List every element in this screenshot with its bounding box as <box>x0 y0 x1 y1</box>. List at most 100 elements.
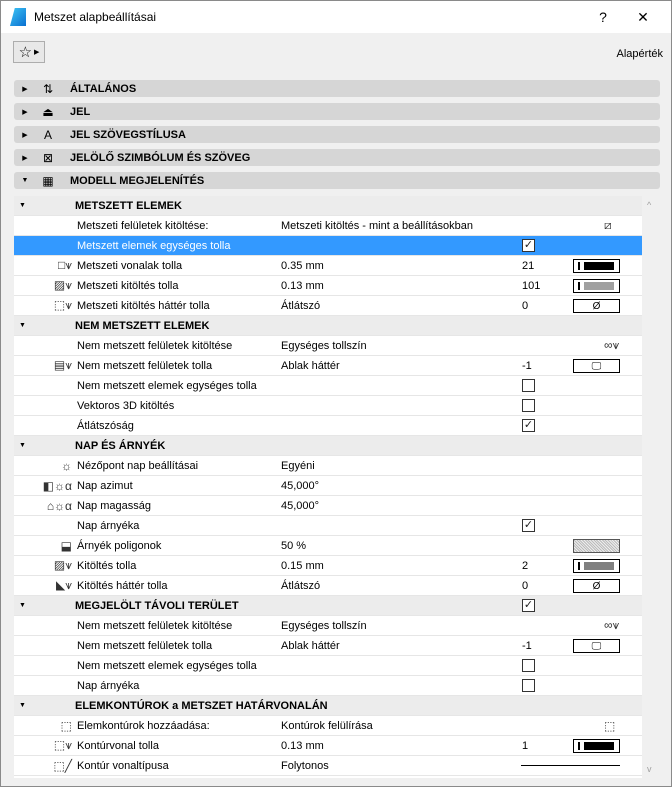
scroll-down-icon[interactable]: v <box>647 764 652 774</box>
checkbox[interactable] <box>522 399 535 412</box>
settings-row[interactable]: ⬚⩛ Kontúrvonal tolla 0.13 mm 1 <box>14 736 642 756</box>
expand-triangle-icon[interactable]: ▶ <box>14 154 36 162</box>
pen-swatch[interactable] <box>573 739 620 753</box>
row-value[interactable]: 50 % <box>281 540 306 552</box>
row-value[interactable]: Metszeti kitöltés - mint a beállításokba… <box>281 220 473 232</box>
section-header[interactable]: ▼ METSZETT ELEMEK <box>14 196 642 216</box>
section-header[interactable]: ▼ NAP ÉS ÁRNYÉK <box>14 436 642 456</box>
settings-row[interactable]: Metszett elemek egységes tolla ✓ <box>14 236 642 256</box>
row-value[interactable]: 0.13 mm <box>281 740 324 752</box>
row-value[interactable]: Ablak háttér <box>281 640 340 652</box>
pen-number[interactable]: -1 <box>522 640 532 652</box>
row-value[interactable]: 45,000° <box>281 480 319 492</box>
settings-row[interactable]: Átlátszóság ✓ <box>14 416 642 436</box>
pen-swatch[interactable]: Ø <box>573 579 620 593</box>
row-value[interactable]: Egységes tollszín <box>281 620 367 632</box>
settings-row[interactable]: ⬚ Elemkontúrok hozzáadása: Kontúrok felülí… <box>14 716 642 736</box>
pen-number[interactable]: 2 <box>522 560 528 572</box>
settings-row[interactable]: ▤⩛ Nem metszett felületek tolla Ablak hátt… <box>14 356 642 376</box>
expand-triangle-icon[interactable]: ▶ <box>14 85 36 93</box>
row-label: Kitöltés tolla <box>77 559 137 572</box>
settings-row[interactable]: Metszeti felületek kitöltése: Metszeti ki… <box>14 216 642 236</box>
option-icon[interactable]: ∞⩛ <box>604 618 619 633</box>
settings-row[interactable]: ⬚⩛ Metszeti kitöltés háttér tolla Átlátszó… <box>14 296 642 316</box>
section-header[interactable]: ▼ ELEMKONTÚROK a METSZET HATÁRVONALÁN <box>14 696 642 716</box>
row-label: Nem metszett elemek egységes tolla <box>77 659 257 672</box>
panel-header[interactable]: ▶ ⇅ ÁLTALÁNOS <box>14 80 660 97</box>
settings-row[interactable]: Nem metszett felületek tolla Ablak háttér… <box>14 636 642 656</box>
collapse-triangle-icon[interactable]: ▼ <box>19 702 26 709</box>
option-icon[interactable]: ⬚ <box>604 719 615 733</box>
panel-header[interactable]: ▶ A JEL SZÖVEGSTÍLUSA <box>14 126 660 143</box>
pen-swatch[interactable]: Ø <box>573 299 620 313</box>
option-icon[interactable]: ∞⩛ <box>604 338 619 353</box>
collapse-triangle-icon[interactable]: ▼ <box>19 202 26 209</box>
pen-number[interactable]: 0 <box>522 580 528 592</box>
checkbox[interactable] <box>522 379 535 392</box>
shadow-fill-swatch[interactable] <box>573 539 620 553</box>
checkbox[interactable] <box>522 659 535 672</box>
row-value[interactable]: Átlátszó <box>281 300 320 312</box>
settings-row[interactable]: Nem metszett felületek kitöltése Egységes… <box>14 616 642 636</box>
checkbox[interactable]: ✓ <box>522 239 535 252</box>
pen-swatch[interactable]: 🖵 <box>573 639 620 653</box>
settings-row[interactable]: Nap árnyéka ✓ <box>14 516 642 536</box>
settings-row[interactable]: ▨⩛ Kitöltés tolla 0.15 mm 2 <box>14 556 642 576</box>
favorites-button[interactable]: ☆ ▶ <box>13 41 45 63</box>
pen-number[interactable]: 21 <box>522 260 534 272</box>
close-button[interactable]: ✕ <box>623 1 663 33</box>
collapse-triangle-icon[interactable]: ▼ <box>19 322 26 329</box>
row-value[interactable]: Egyéni <box>281 460 315 472</box>
row-value[interactable]: 0.13 mm <box>281 280 324 292</box>
section-header[interactable]: ▼ NEM METSZETT ELEMEK <box>14 316 642 336</box>
collapse-triangle-icon[interactable]: ▼ <box>19 442 26 449</box>
settings-row[interactable]: Nem metszett felületek kitöltése Egységes… <box>14 336 642 356</box>
settings-row[interactable]: □⩛ Metszeti vonalak tolla 0.35 mm 21 <box>14 256 642 276</box>
collapse-triangle-icon[interactable]: ▼ <box>14 177 36 184</box>
row-value[interactable]: Ablak háttér <box>281 360 340 372</box>
settings-row[interactable]: ⬓ Árnyék poligonok 50 % <box>14 536 642 556</box>
settings-row[interactable]: Nem metszett elemek egységes tolla <box>14 656 642 676</box>
pen-swatch[interactable] <box>573 559 620 573</box>
pen-number[interactable]: 101 <box>522 280 540 292</box>
collapse-triangle-icon[interactable]: ▼ <box>19 602 26 609</box>
row-value[interactable]: Átlátszó <box>281 580 320 592</box>
scrollbar[interactable]: ^ v <box>642 196 661 778</box>
settings-row[interactable]: Nem metszett elemek egységes tolla <box>14 376 642 396</box>
pen-number[interactable]: 1 <box>522 740 528 752</box>
row-value[interactable]: 45,000° <box>281 500 319 512</box>
row-value[interactable]: Folytonos <box>281 760 329 772</box>
line-type-swatch[interactable] <box>521 765 620 766</box>
scroll-up-icon[interactable]: ^ <box>647 200 651 210</box>
settings-row[interactable]: ☼ Nézőpont nap beállításai Egyéni <box>14 456 642 476</box>
panel-header[interactable]: ▶ ⏏ JEL <box>14 103 660 120</box>
section-header[interactable]: ▼ MEGJELÖLT TÁVOLI TERÜLET ✓ <box>14 596 642 616</box>
row-value[interactable]: 0.35 mm <box>281 260 324 272</box>
pen-number[interactable]: -1 <box>522 360 532 372</box>
expand-triangle-icon[interactable]: ▶ <box>14 108 36 116</box>
checkbox[interactable]: ✓ <box>522 419 535 432</box>
settings-row[interactable]: ◧☼α Nap azimut 45,000° <box>14 476 642 496</box>
panel-header[interactable]: ▼ ▦ MODELL MEGJELENÍTÉS <box>14 172 660 189</box>
panel-header[interactable]: ▶ ⊠ JELÖLŐ SZIMBÓLUM ÉS SZÖVEG <box>14 149 660 166</box>
settings-row[interactable]: ⌂☼α Nap magasság 45,000° <box>14 496 642 516</box>
row-value[interactable]: Egységes tollszín <box>281 340 367 352</box>
pen-number[interactable]: 0 <box>522 300 528 312</box>
expand-triangle-icon[interactable]: ▶ <box>14 131 36 139</box>
settings-row[interactable]: Vektoros 3D kitöltés <box>14 396 642 416</box>
help-button[interactable]: ? <box>583 1 623 33</box>
row-value[interactable]: Kontúrok felülírása <box>281 720 373 732</box>
settings-row[interactable]: ▨⩛ Metszeti kitöltés tolla 0.13 mm 101 <box>14 276 642 296</box>
settings-row[interactable]: ⬚╱ Kontúr vonaltípusa Folytonos <box>14 756 642 776</box>
pen-swatch[interactable] <box>573 259 620 273</box>
row-label: Metszeti vonalak tolla <box>77 259 183 272</box>
pen-swatch[interactable]: 🖵 <box>573 359 620 373</box>
option-icon[interactable]: ⧄ <box>604 218 612 233</box>
settings-row[interactable]: ◣⩛ Kitöltés háttér tolla Átlátszó 0 Ø <box>14 576 642 596</box>
checkbox[interactable]: ✓ <box>522 599 535 612</box>
settings-row[interactable]: Nap árnyéka <box>14 676 642 696</box>
pen-swatch[interactable] <box>573 279 620 293</box>
checkbox[interactable]: ✓ <box>522 519 535 532</box>
checkbox[interactable] <box>522 679 535 692</box>
row-value[interactable]: 0.15 mm <box>281 560 324 572</box>
